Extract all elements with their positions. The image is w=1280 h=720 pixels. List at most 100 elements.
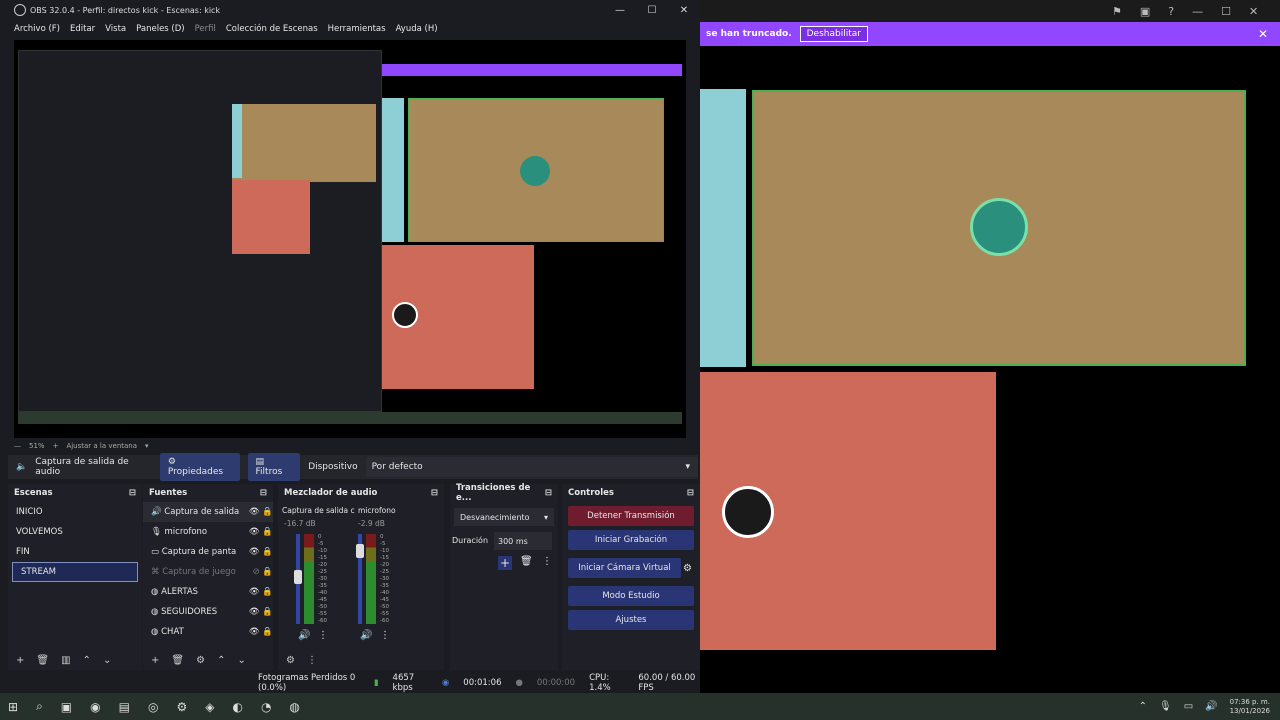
steam-icon[interactable]: ⚙ xyxy=(176,700,187,714)
obs-icon[interactable]: ◍ xyxy=(289,700,299,714)
eye-icon[interactable]: 👁 xyxy=(249,627,260,637)
lock-icon[interactable]: 🔒 xyxy=(260,607,273,617)
source-item[interactable]: ▭ Captura de panta 👁 🔒 xyxy=(143,542,273,562)
scene-item[interactable]: VOLVEMOS xyxy=(8,522,142,542)
mute-icon[interactable]: 🔊 xyxy=(360,630,372,641)
filters-button[interactable]: ▤ Filtros xyxy=(247,453,301,481)
add-icon[interactable]: + xyxy=(498,556,512,570)
minimize-icon[interactable]: — xyxy=(604,5,636,16)
start-virtual-cam-button[interactable]: Iniciar Cámara Virtual xyxy=(568,558,682,578)
menu-paneles[interactable]: Paneles (D) xyxy=(136,24,184,34)
arrow-up-icon[interactable]: ⌃ xyxy=(217,655,225,666)
close-icon[interactable]: ✕ xyxy=(1258,27,1268,41)
eye-off-icon[interactable]: ⊘ xyxy=(253,567,260,577)
lock-icon[interactable]: 🔒 xyxy=(260,547,273,557)
trash-icon[interactable]: 🗑 xyxy=(520,556,533,567)
zoom-fit[interactable]: Ajustar a la ventana xyxy=(66,442,137,450)
start-recording-button[interactable]: Iniciar Grabación xyxy=(568,530,694,550)
lock-icon[interactable]: 🔒 xyxy=(260,507,273,517)
clock[interactable]: 07:36 p. m. 13/01/2026 xyxy=(1230,698,1270,716)
gear-icon[interactable]: ⚙ xyxy=(683,563,692,574)
trash-icon[interactable]: 🗑 xyxy=(171,655,184,666)
arrow-down-icon[interactable]: ⌄ xyxy=(103,655,111,666)
close-icon[interactable]: ✕ xyxy=(668,5,700,16)
app-icon[interactable]: ◐ xyxy=(232,700,242,714)
device-select[interactable]: Por defecto ▾ xyxy=(365,457,698,477)
source-item[interactable]: ◍ SEGUIDORES 👁 🔒 xyxy=(143,602,273,622)
scene-item[interactable]: FIN xyxy=(8,542,142,562)
volume-slider[interactable] xyxy=(294,570,302,584)
settings-button[interactable]: Ajustes xyxy=(568,610,694,630)
more-icon[interactable]: ⋮ xyxy=(318,630,328,641)
menu-ayuda[interactable]: Ayuda (H) xyxy=(396,24,438,34)
arrow-up-icon[interactable]: ⌃ xyxy=(83,655,91,666)
chevron-up-icon[interactable]: ⌃ xyxy=(1139,701,1147,712)
mixer-settings-icon[interactable]: ⚙ xyxy=(286,655,295,666)
menu-vista[interactable]: Vista xyxy=(105,24,126,34)
undock-icon[interactable]: ⊟ xyxy=(260,488,267,498)
maximize-icon[interactable]: ☐ xyxy=(636,5,668,16)
help-icon[interactable]: ? xyxy=(1168,5,1174,18)
scene-item-active[interactable]: STREAM xyxy=(12,562,138,582)
lock-icon[interactable]: 🔒 xyxy=(260,627,273,637)
source-item[interactable]: ⌘ Captura de juego ⊘ 🔒 xyxy=(143,562,273,582)
filter-icon[interactable]: ▥ xyxy=(61,655,70,666)
undock-icon[interactable]: ⊟ xyxy=(129,488,136,498)
maximize-icon[interactable]: ☐ xyxy=(1221,5,1231,18)
volume-slider[interactable] xyxy=(356,544,364,558)
source-item[interactable]: ◍ CHAT 👁 🔒 xyxy=(143,622,273,642)
flag-icon[interactable]: ⚑ xyxy=(1112,5,1122,18)
eye-icon[interactable]: 👁 xyxy=(249,527,260,537)
add-icon[interactable]: + xyxy=(151,655,159,666)
undock-icon[interactable]: ⊟ xyxy=(431,488,438,498)
windows-start-icon[interactable]: ⊞ xyxy=(8,700,18,714)
eye-icon[interactable]: 👁 xyxy=(249,507,260,517)
scene-item[interactable]: INICIO xyxy=(8,502,142,522)
mic-icon[interactable]: 🎙 xyxy=(1159,701,1172,712)
mute-icon[interactable]: 🔊 xyxy=(298,630,310,641)
trash-icon[interactable]: 🗑 xyxy=(36,655,49,666)
minimize-icon[interactable]: — xyxy=(1192,5,1203,18)
gear-icon[interactable]: ⚙ xyxy=(196,655,205,666)
network-icon[interactable]: ▭ xyxy=(1184,701,1193,712)
eye-icon[interactable]: 👁 xyxy=(249,607,260,617)
eye-icon[interactable]: 👁 xyxy=(249,587,260,597)
transition-select[interactable]: Desvanecimiento ▾ xyxy=(454,508,554,526)
arrow-down-icon[interactable]: ⌄ xyxy=(237,655,245,666)
studio-mode-button[interactable]: Modo Estudio xyxy=(568,586,694,606)
eye-icon[interactable]: 👁 xyxy=(249,547,260,557)
chrome-icon[interactable]: ◎ xyxy=(148,700,158,714)
undock-icon[interactable]: ⊟ xyxy=(545,488,552,498)
duration-input[interactable]: 300 ms xyxy=(494,532,552,550)
properties-button[interactable]: ⚙ Propiedades xyxy=(159,453,240,481)
more-icon[interactable]: ⋮ xyxy=(542,556,552,567)
search-icon[interactable]: ⌕ xyxy=(36,699,43,714)
menu-herramientas[interactable]: Herramientas xyxy=(328,24,386,34)
discord-icon[interactable]: ◔ xyxy=(261,700,271,714)
source-item[interactable]: 🔊 Captura de salida 👁 🔒 xyxy=(143,502,273,522)
volume-icon[interactable]: 🔊 xyxy=(1205,701,1217,712)
lock-icon[interactable]: 🔒 xyxy=(260,527,273,537)
source-item[interactable]: ◍ ALERTAS 👁 🔒 xyxy=(143,582,273,602)
chevron-down-icon[interactable]: ▾ xyxy=(145,442,149,450)
stop-stream-button[interactable]: Detener Transmisión xyxy=(568,506,694,526)
close-icon[interactable]: ✕ xyxy=(1249,5,1258,18)
dock-icon[interactable]: ▣ xyxy=(1140,5,1150,18)
menu-editar[interactable]: Editar xyxy=(70,24,95,34)
more-icon[interactable]: ⋮ xyxy=(380,630,390,641)
menu-archivo[interactable]: Archivo (F) xyxy=(14,24,60,34)
zoom-in-button[interactable]: + xyxy=(53,442,59,450)
undock-icon[interactable]: ⊟ xyxy=(687,488,694,498)
menu-perfil[interactable]: Perfil xyxy=(195,24,216,34)
preview-canvas[interactable] xyxy=(14,40,686,438)
more-icon[interactable]: ⋮ xyxy=(307,655,317,666)
zoom-out-button[interactable]: — xyxy=(14,442,21,450)
edge-icon[interactable]: ◉ xyxy=(90,700,100,714)
add-icon[interactable]: + xyxy=(16,655,24,666)
lock-icon[interactable]: 🔒 xyxy=(260,587,273,597)
disable-button[interactable]: Deshabilitar xyxy=(799,26,868,42)
folder-icon[interactable]: ▤ xyxy=(119,700,130,714)
menu-colecciones[interactable]: Colección de Escenas xyxy=(226,24,318,34)
app-icon[interactable]: ◈ xyxy=(205,700,214,714)
task-view-icon[interactable]: ▣ xyxy=(61,700,72,714)
